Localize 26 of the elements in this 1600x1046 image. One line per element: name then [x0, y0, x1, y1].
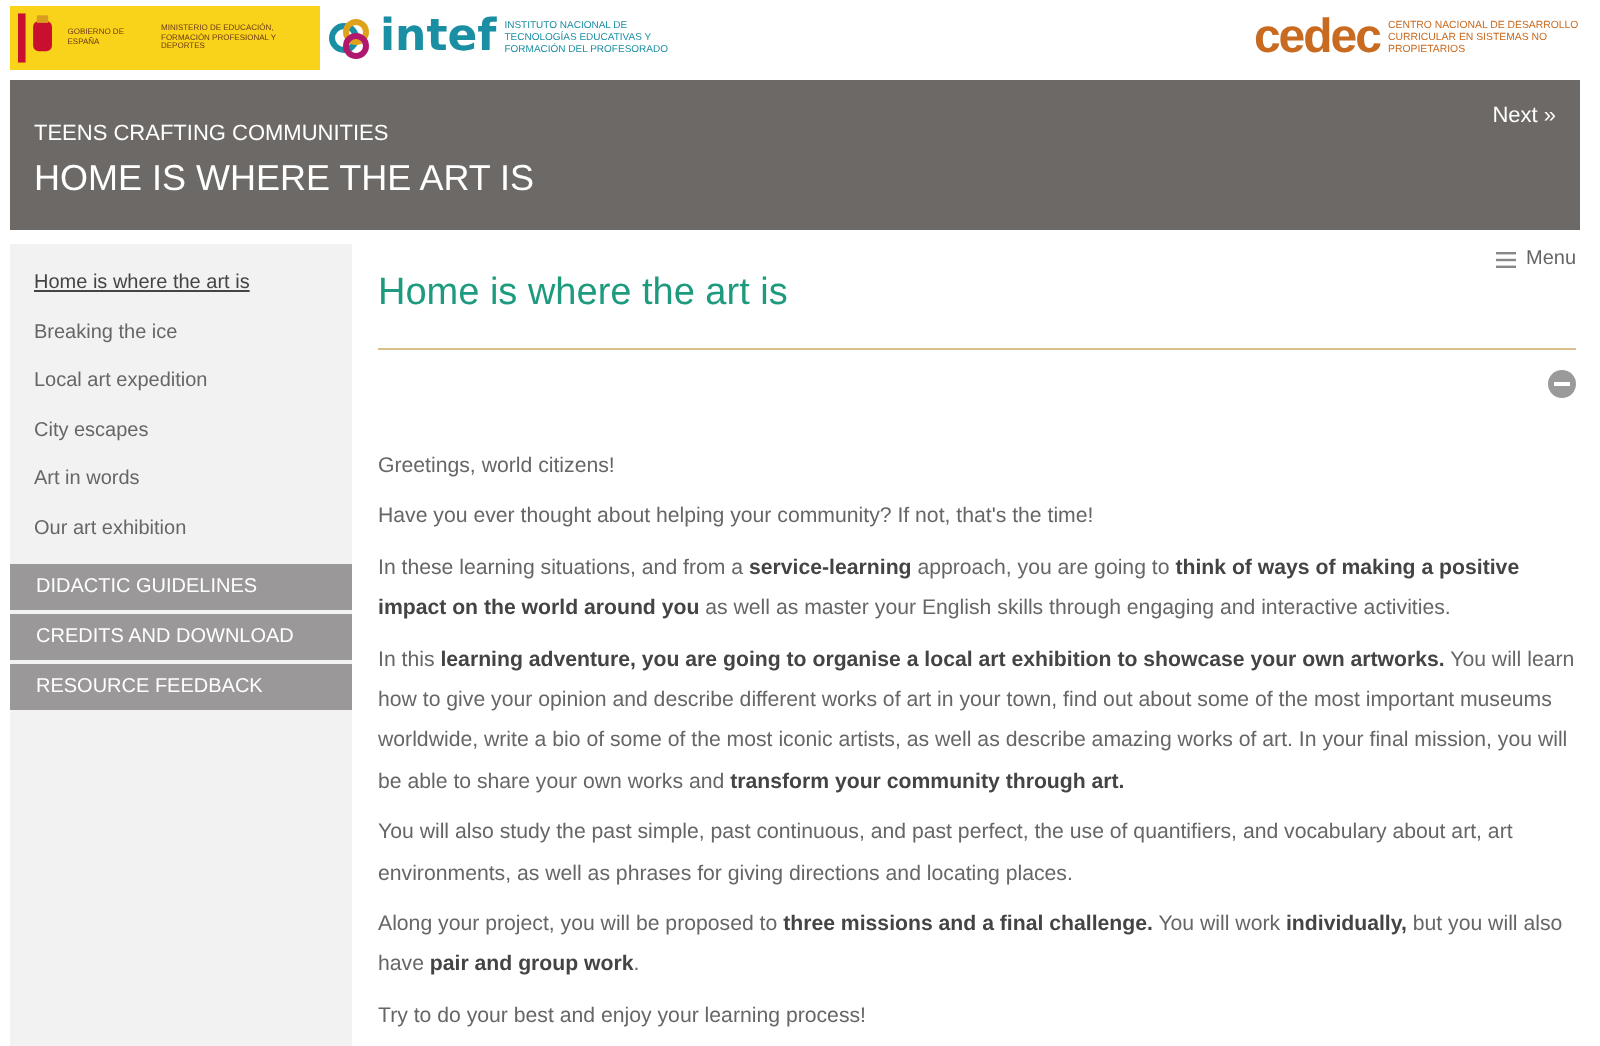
intef-logo: intef: [380, 16, 497, 60]
section-link[interactable]: DIDACTIC GUIDELINES: [10, 563, 352, 610]
sidebar-link[interactable]: Art in words: [10, 456, 352, 506]
section-link[interactable]: CREDITS AND DOWNLOAD: [10, 613, 352, 660]
sidebar-link[interactable]: Our art exhibition: [10, 505, 352, 556]
paragraph: Greetings, world citizens!: [378, 452, 617, 482]
linked-rings-icon: [328, 16, 372, 60]
page-heading: Home is where the art is: [378, 274, 790, 312]
paragraph: Along your project, you will be proposed to three missions and a final challenge. You will work individually, but you will also have pair and group work.: [378, 910, 1565, 981]
paragraph: Have you ever thought about helping your community? If not, that's the time!: [378, 502, 1096, 533]
collapse-icon[interactable]: [1548, 370, 1576, 398]
paragraph: Try to do your best and enjoy your learning process!: [378, 1001, 868, 1032]
header-subtitle: TEENS CRAFTING COMMUNITIES: [34, 124, 389, 146]
sidebar-link[interactable]: Breaking the ice: [10, 309, 352, 359]
menu-button[interactable]: Menu: [1495, 244, 1576, 274]
paragraph: In these learning situations, and from a service-learning approach, you are going to think of ways of making a positive impact on the world around you as well as master your English skills through engaging and interactive activities.: [378, 553, 1522, 625]
menu-icon: [1495, 251, 1516, 267]
next-link[interactable]: Next »: [1492, 100, 1556, 133]
cedec-logo: cedec: [1253, 14, 1380, 62]
paragraph: In this learning adventure, you are going to organise a local art exhibition to showcase your own artworks. You will learn how to give your opinion and describe different works of art in your town, find out about some of the most important museums worldwide, write a bio of some of the most iconic artists, as well as describe amazing works of art. In your final mission, you will be able to share your own works and transform your community through art.: [378, 645, 1576, 798]
sidebar-link[interactable]: Local art expedition: [10, 358, 352, 408]
sidebar-link[interactable]: Home is where the art is: [10, 260, 352, 310]
paragraph: You will also study the past simple, past continuous, and past perfect, the use of quantifiers, and vocabulary about art, art environments, as well as phrases for giving directions and locating places.: [378, 818, 1515, 890]
sidebar-link[interactable]: City escapes: [10, 407, 352, 457]
section-link[interactable]: RESOURCE FEEDBACK: [10, 663, 352, 710]
header-title: HOME IS WHERE THE ART IS: [34, 160, 535, 196]
